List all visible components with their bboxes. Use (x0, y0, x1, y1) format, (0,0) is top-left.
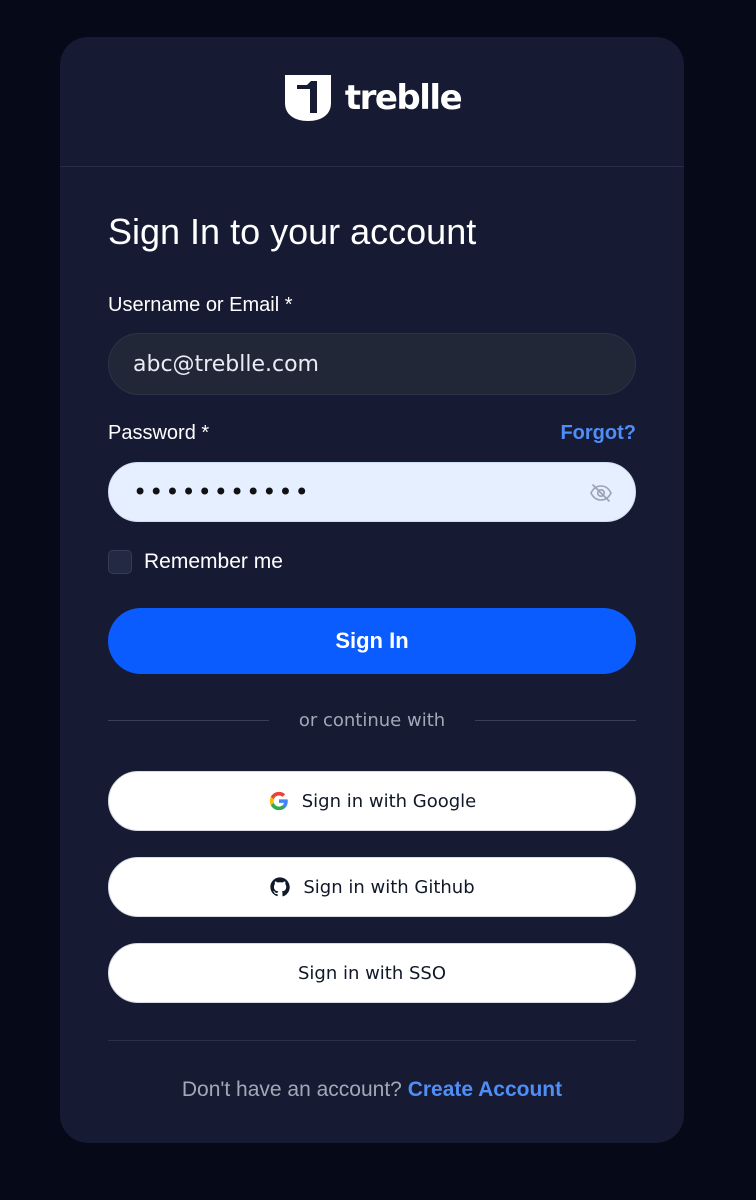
sso-signin-label: Sign in with SSO (297, 962, 447, 984)
signup-prompt: Don't have an account? (181, 1078, 402, 1101)
footer-divider (108, 1040, 636, 1041)
treblle-logo-icon (284, 74, 331, 121)
sign-in-button[interactable]: Sign In (108, 608, 636, 674)
brand-name: treblle (344, 77, 463, 118)
divider-line-left (108, 720, 269, 721)
google-icon (269, 791, 288, 811)
password-input[interactable]: ••••••••••• (108, 462, 636, 522)
brand-logo[interactable]: treblle (283, 73, 463, 123)
remember-me-checkbox[interactable] (108, 550, 132, 574)
sso-signin-button[interactable]: Sign in with SSO (108, 943, 636, 1003)
page-title: Sign In to your account (108, 211, 477, 252)
google-signin-button[interactable]: Sign in with Google (108, 771, 636, 831)
password-label: Password * (108, 422, 210, 444)
username-value: abc@treblle.com (133, 351, 319, 377)
create-account-link[interactable]: Create Account (408, 1078, 562, 1101)
github-icon (270, 877, 291, 897)
divider-text: or continue with (298, 710, 446, 731)
forgot-password-link[interactable]: Forgot? (560, 422, 636, 445)
username-input[interactable]: abc@treblle.com (108, 333, 636, 395)
card-header: treblle (60, 37, 684, 167)
github-signin-label: Sign in with Github (303, 876, 475, 898)
divider-line-right (475, 720, 636, 721)
remember-me-label[interactable]: Remember me (144, 550, 283, 574)
divider: or continue with (108, 710, 636, 731)
password-value: ••••••••••• (133, 478, 311, 506)
footer: Don't have an account? Create Account (60, 1078, 684, 1102)
username-label: Username or Email * (108, 294, 293, 316)
eye-off-icon[interactable] (589, 481, 613, 505)
github-signin-button[interactable]: Sign in with Github (108, 857, 636, 917)
remember-me-row: Remember me (108, 550, 283, 574)
google-signin-label: Sign in with Google (301, 790, 477, 812)
signin-card: treblle Sign In to your account Username… (60, 37, 684, 1143)
